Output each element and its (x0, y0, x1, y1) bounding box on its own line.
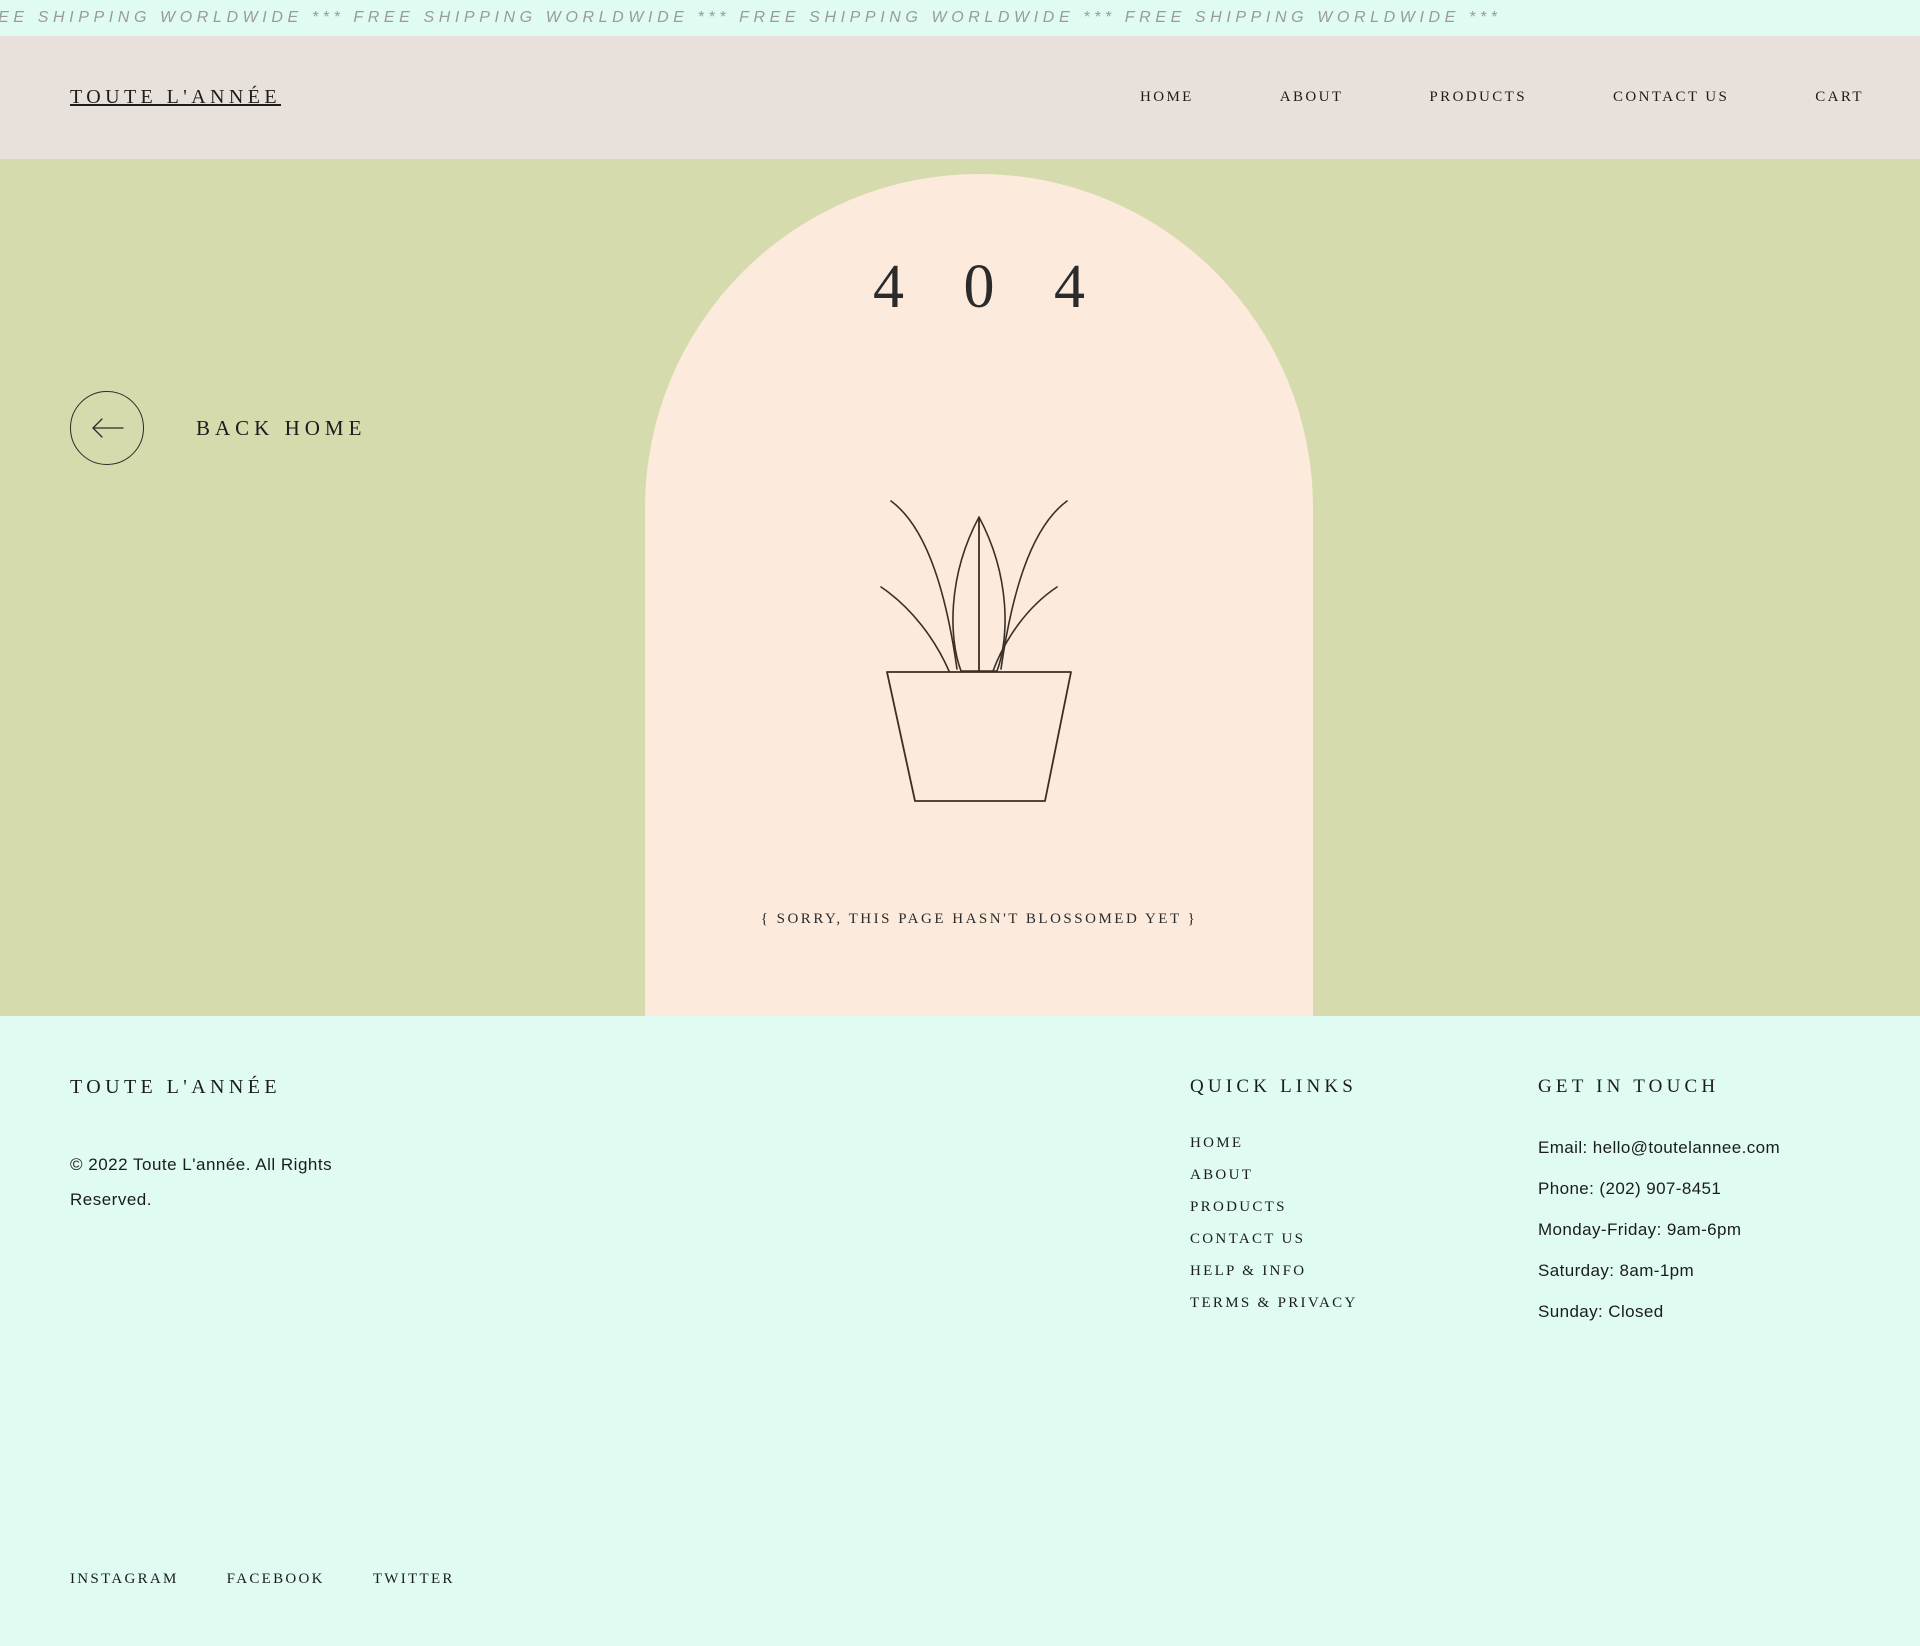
social-link-twitter[interactable]: TWITTER (373, 1571, 455, 1588)
list-item: ABOUT (1190, 1166, 1538, 1184)
brand-logo[interactable]: TOUTE L'ANNÉE (70, 86, 281, 109)
footer-quick-links-column: QUICK LINKS HOME ABOUT PRODUCTS CONTACT … (1190, 1076, 1538, 1343)
list-item: HELP & INFO (1190, 1262, 1538, 1280)
site-header: TOUTE L'ANNÉE HOME ABOUT PRODUCTS CONTAC… (0, 36, 1920, 159)
get-in-touch-title: GET IN TOUCH (1538, 1076, 1720, 1097)
nav-item-home[interactable]: HOME (1097, 89, 1237, 106)
quick-links-title: QUICK LINKS (1190, 1076, 1358, 1097)
social-link-facebook[interactable]: FACEBOOK (227, 1571, 325, 1588)
footer-copyright: © 2022 Toute L'année. All Rights Reserve… (70, 1155, 333, 1209)
quick-links-list: HOME ABOUT PRODUCTS CONTACT US HELP & IN… (1190, 1134, 1538, 1312)
footer-link-contact-us[interactable]: CONTACT US (1190, 1231, 1305, 1247)
contact-phone: Phone: (202) 907-8451 (1538, 1179, 1722, 1198)
error-hero-section: 4 0 4 { SORRY, THIS PAGE HASN'T BLOSSOME… (0, 159, 1920, 1016)
get-in-touch-list: Email: hello@toutelannee.com Phone: (202… (1538, 1138, 1864, 1322)
list-item: PRODUCTS (1190, 1198, 1538, 1216)
main-navigation: HOME ABOUT PRODUCTS CONTACT US CART (1097, 89, 1864, 106)
footer-columns: TOUTE L'ANNÉE © 2022 Toute L'année. All … (70, 1016, 1864, 1343)
contact-email: Email: hello@toutelannee.com (1538, 1138, 1781, 1157)
list-item: HOME (1190, 1134, 1538, 1152)
announcement-bar: REE SHIPPING WORLDWIDE *** FREE SHIPPING… (0, 0, 1920, 36)
arch-panel: 4 0 4 { SORRY, THIS PAGE HASN'T BLOSSOME… (645, 174, 1313, 1016)
footer-link-products[interactable]: PRODUCTS (1190, 1199, 1287, 1215)
footer-link-terms-privacy[interactable]: TERMS & PRIVACY (1190, 1295, 1358, 1311)
nav-item-cart[interactable]: CART (1772, 89, 1864, 106)
hours-saturday: Saturday: 8am-1pm (1538, 1261, 1695, 1280)
nav-item-products[interactable]: PRODUCTS (1386, 89, 1570, 106)
plant-illustration (645, 489, 1313, 809)
footer-link-help-info[interactable]: HELP & INFO (1190, 1263, 1306, 1279)
social-link-instagram[interactable]: INSTAGRAM (70, 1571, 179, 1588)
back-home-button[interactable]: BACK HOME (70, 391, 366, 465)
hours-weekday: Monday-Friday: 9am-6pm (1538, 1220, 1742, 1239)
social-links: INSTAGRAM FACEBOOK TWITTER (70, 1571, 455, 1588)
error-code: 4 0 4 (873, 253, 1107, 321)
footer-link-home[interactable]: HOME (1190, 1135, 1243, 1151)
footer-link-about[interactable]: ABOUT (1190, 1167, 1253, 1183)
list-item: CONTACT US (1190, 1230, 1538, 1248)
arrow-left-icon (70, 391, 144, 465)
nav-item-contact-us[interactable]: CONTACT US (1570, 89, 1772, 106)
list-item: TERMS & PRIVACY (1190, 1294, 1538, 1312)
nav-item-about[interactable]: ABOUT (1237, 89, 1387, 106)
hours-sunday: Sunday: Closed (1538, 1302, 1664, 1321)
error-message: { SORRY, THIS PAGE HASN'T BLOSSOMED YET … (760, 911, 1198, 927)
footer-get-in-touch-column: GET IN TOUCH Email: hello@toutelannee.co… (1538, 1076, 1864, 1343)
back-home-label: BACK HOME (196, 415, 367, 440)
site-footer: TOUTE L'ANNÉE © 2022 Toute L'année. All … (0, 1016, 1920, 1646)
footer-brand-column: TOUTE L'ANNÉE © 2022 Toute L'année. All … (70, 1076, 1190, 1343)
footer-brand: TOUTE L'ANNÉE (70, 1076, 281, 1098)
announcement-text: REE SHIPPING WORLDWIDE *** FREE SHIPPING… (0, 9, 1502, 26)
